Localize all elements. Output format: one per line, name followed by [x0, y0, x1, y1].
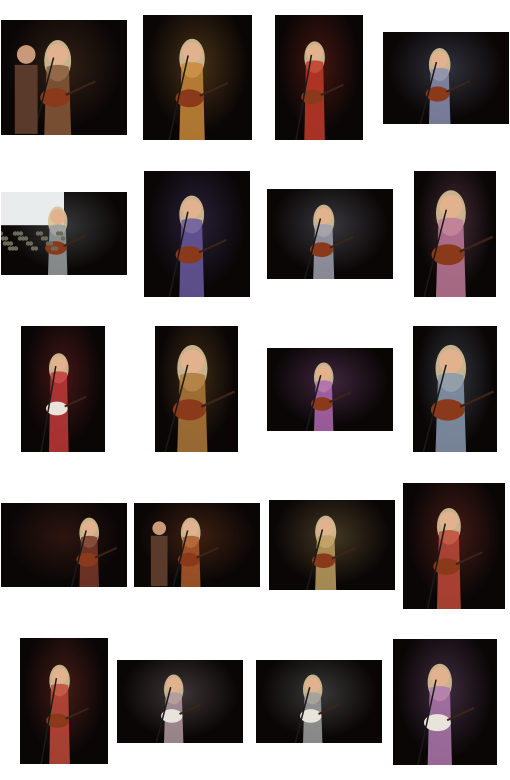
photo-thumbnail[interactable]: [414, 171, 496, 297]
photo-thumbnail[interactable]: [269, 500, 395, 590]
crowd-member: [12, 231, 18, 236]
performer-figure: [150, 517, 219, 587]
face: [431, 51, 448, 68]
photo-thumbnail[interactable]: [383, 32, 509, 124]
face: [50, 209, 66, 225]
face: [439, 511, 459, 530]
face: [47, 44, 69, 65]
photo-thumbnail[interactable]: [143, 15, 252, 140]
face: [317, 518, 334, 536]
guitar-neck: [63, 235, 86, 247]
photo-thumbnail[interactable]: [1, 503, 127, 587]
face: [180, 349, 204, 373]
guitar-neck: [445, 80, 471, 93]
photo-thumbnail[interactable]: [144, 171, 250, 297]
photo-thumbnail[interactable]: [393, 639, 497, 765]
photo-thumbnail[interactable]: [413, 326, 497, 452]
performer-figure: [306, 515, 356, 590]
crowd-member: [1, 236, 6, 241]
photo-thumbnail[interactable]: [1, 20, 127, 135]
crowd-member: [30, 246, 36, 251]
face: [306, 44, 323, 61]
guitar-neck: [200, 390, 236, 408]
performer-figure: [168, 195, 227, 297]
crowd-member: [55, 231, 61, 236]
face: [305, 677, 321, 693]
bandmate-head: [16, 45, 36, 64]
face: [51, 667, 68, 684]
photo-thumbnail[interactable]: [117, 660, 243, 743]
performer-figure: [423, 190, 494, 297]
photo-thumbnail[interactable]: [403, 483, 505, 609]
face: [183, 520, 199, 536]
performer-figure: [14, 40, 96, 135]
photo-thumbnail[interactable]: [134, 503, 260, 587]
face: [166, 677, 182, 693]
performer-figure: [422, 344, 495, 452]
performer-figure: [417, 663, 475, 765]
guitar-neck: [65, 80, 96, 96]
guitar-neck: [446, 707, 475, 722]
bandmate-head: [152, 521, 167, 536]
performer-figure: [304, 204, 354, 279]
crowd-member: [7, 246, 13, 251]
face: [51, 356, 67, 372]
crowd-member: [17, 236, 23, 241]
face: [182, 42, 202, 63]
face: [430, 667, 450, 687]
guitar-neck: [65, 707, 89, 720]
guitar-neck: [459, 235, 494, 253]
face: [439, 349, 463, 374]
bandmate-body: [150, 535, 168, 587]
performer-figure: [155, 674, 202, 743]
crowd-member: [1, 231, 4, 236]
guitar-neck: [196, 546, 219, 559]
bandmate-body: [14, 64, 38, 134]
guitar-neck: [331, 547, 356, 560]
crowd-member: [2, 241, 8, 246]
performer-figure: [426, 507, 483, 609]
photo-thumbnail[interactable]: [275, 15, 363, 140]
performer-figure: [70, 517, 118, 587]
guitar-neck: [320, 83, 344, 96]
guitar-neck: [179, 703, 202, 715]
photo-thumbnail[interactable]: [256, 660, 382, 743]
face: [315, 207, 332, 225]
performer-figure: [40, 664, 89, 764]
face: [182, 199, 202, 219]
performer-figure: [40, 353, 87, 452]
performer-figure: [164, 345, 236, 452]
guitar-neck: [199, 82, 229, 97]
guitar-neck: [455, 551, 483, 566]
crowd-member: [45, 241, 51, 246]
crowd-member: [40, 236, 46, 241]
face: [439, 194, 463, 218]
guitar-neck: [329, 391, 352, 403]
photo-thumbnail[interactable]: [267, 189, 393, 279]
guitar-neck: [94, 546, 118, 559]
guitar-neck: [64, 395, 87, 408]
guitar-neck: [459, 390, 495, 408]
guitar-neck: [198, 238, 227, 254]
performer-figure: [1, 192, 86, 275]
photo-thumbnail[interactable]: [20, 638, 108, 764]
photo-thumbnail[interactable]: [1, 192, 127, 275]
photo-thumbnail[interactable]: [267, 348, 393, 431]
photo-thumbnail[interactable]: [21, 326, 105, 452]
performer-figure: [168, 38, 229, 140]
guitar-neck: [318, 703, 341, 715]
guitar-neck: [329, 236, 354, 249]
face: [81, 520, 97, 536]
performer-figure: [294, 674, 341, 743]
performer-figure: [305, 362, 352, 431]
performer-figure: [295, 41, 344, 140]
performer-figure: [419, 48, 471, 124]
crowd-member: [35, 231, 41, 236]
crowd-member: [60, 236, 66, 241]
face: [316, 365, 332, 381]
photo-thumbnail[interactable]: [155, 326, 238, 452]
crowd-member: [25, 241, 31, 246]
crowd-member: [50, 246, 56, 251]
